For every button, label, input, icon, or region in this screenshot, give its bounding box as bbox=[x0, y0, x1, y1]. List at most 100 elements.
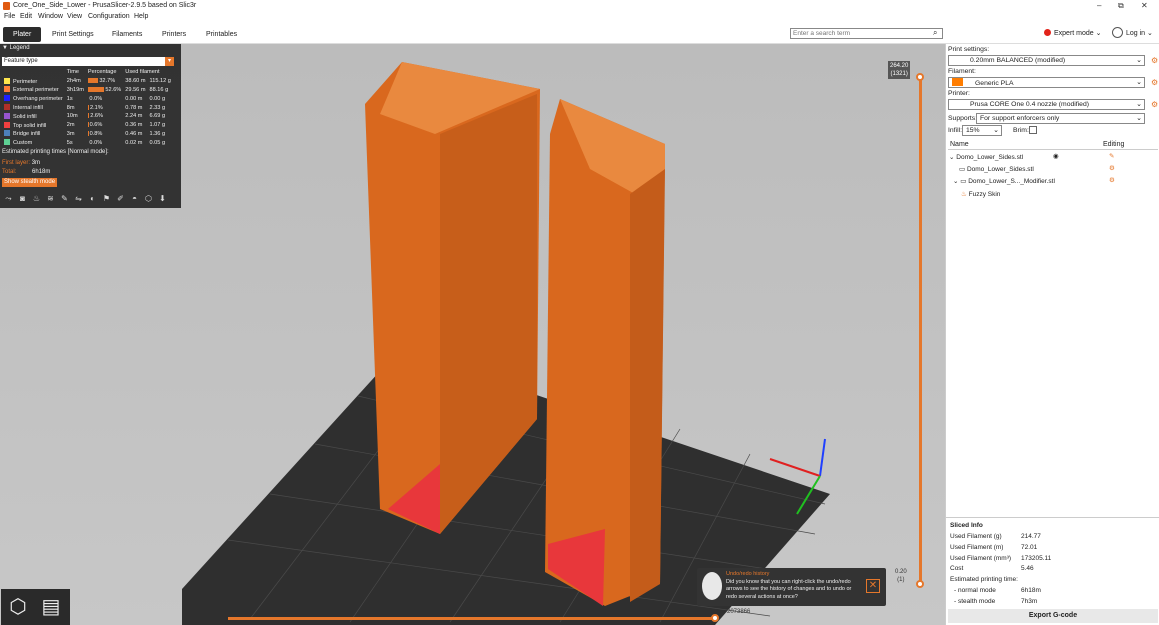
settings-icon[interactable]: ⚙ bbox=[1109, 164, 1115, 172]
legend-row[interactable]: External perimeter 3h19m 52.6% 29.56 m 8… bbox=[2, 86, 173, 95]
top-layer-number: (1321) bbox=[890, 71, 908, 77]
export-gcode-button[interactable]: Export G-code bbox=[948, 609, 1158, 623]
col-percentage: Percentage bbox=[87, 69, 117, 76]
3d-view-cube-icon[interactable]: ⬡ bbox=[6, 595, 30, 619]
feature-length: 0.78 m bbox=[125, 104, 143, 111]
settings-icon[interactable]: ⚙ bbox=[1109, 176, 1115, 184]
percentage-value: 0.8% bbox=[89, 130, 103, 137]
feature-weight: 115.12 g bbox=[149, 78, 171, 85]
legend-table: Time Percentage Used filament Perimeter … bbox=[2, 68, 173, 147]
close-hint-button[interactable]: ✕ bbox=[866, 579, 880, 593]
move-slider-handle[interactable] bbox=[711, 614, 719, 622]
gear-icon[interactable]: ⚙ bbox=[1151, 56, 1158, 65]
legend-header[interactable]: ▼ Legend bbox=[0, 44, 181, 52]
custom-gcodes-icon[interactable]: ✐ bbox=[115, 194, 126, 204]
first-layer-value: 3m bbox=[31, 160, 41, 166]
tool-marker-icon[interactable]: ⬇ bbox=[157, 194, 168, 204]
eye-icon[interactable]: ◉ bbox=[1053, 152, 1059, 160]
color-changes-icon[interactable]: ◐ bbox=[87, 194, 98, 204]
gear-icon[interactable]: ⚙ bbox=[1151, 100, 1158, 109]
seams-icon[interactable]: ✎ bbox=[59, 194, 70, 204]
shells-icon[interactable]: ⬡ bbox=[143, 194, 154, 204]
col-name: Name bbox=[950, 141, 969, 148]
legend-row[interactable]: Custom 5s 0.0% 0.02 m 0.05 g bbox=[2, 138, 173, 147]
tab-print-settings[interactable]: Print Settings bbox=[42, 27, 104, 42]
pause-prints-icon[interactable]: ⚑ bbox=[101, 194, 112, 204]
feature-name: Top solid infill bbox=[13, 122, 47, 129]
tool-changes-icon[interactable]: ⇋ bbox=[73, 194, 84, 204]
printer-label: Printer: bbox=[948, 90, 970, 97]
legend-row[interactable]: Perimeter 2h4m 32.7% 38.60 m 115.12 g bbox=[2, 77, 173, 86]
search-icon[interactable]: ⌕ bbox=[933, 28, 943, 38]
legend-row[interactable]: Top solid infill 2m 0.6% 0.36 m 1.07 g bbox=[2, 121, 173, 130]
fuzzy-skin-row[interactable]: ♨ Fuzzy Skin bbox=[961, 190, 1000, 198]
col-used-filament: Used filament bbox=[125, 69, 160, 76]
gcode-move-slider[interactable] bbox=[228, 617, 716, 620]
menu-file[interactable]: File bbox=[4, 13, 15, 20]
show-stealth-mode-button[interactable]: Show stealth mode bbox=[2, 178, 58, 187]
sliced-info-value: 6h18m bbox=[1021, 587, 1041, 594]
modifier-row[interactable]: ⌄ ▭ Domo_Lower_S..._Modifier.stl bbox=[953, 177, 1055, 185]
infill-combo[interactable]: 15% ⌄ bbox=[962, 125, 1002, 136]
feature-color-swatch bbox=[4, 139, 10, 146]
deretractions-icon[interactable]: ≋ bbox=[45, 194, 56, 204]
layer-slider[interactable] bbox=[919, 75, 922, 585]
object-row[interactable]: ⌄ Domo_Lower_Sides.stl bbox=[949, 153, 1023, 161]
feature-dropdown-button[interactable]: ▾ bbox=[165, 57, 174, 66]
menu-bar: File Edit Window View Configuration Help bbox=[0, 12, 1159, 23]
legend-row[interactable]: Solid infill 10m 2.6% 2.24 m 6.69 g bbox=[2, 112, 173, 121]
menu-edit[interactable]: Edit bbox=[20, 13, 32, 20]
close-window-button[interactable]: ✕ bbox=[1141, 1, 1148, 10]
legend-feature: Custom bbox=[2, 138, 65, 147]
search-input[interactable] bbox=[790, 28, 943, 39]
menu-window[interactable]: Window bbox=[38, 13, 63, 20]
times-note: Estimated printing times [Normal mode]: bbox=[2, 149, 109, 155]
sliced-info-value: 214.77 bbox=[1021, 533, 1041, 540]
tab-printers[interactable]: Printers bbox=[152, 27, 196, 42]
wipe-icon[interactable]: ◙ bbox=[17, 194, 28, 204]
right-part bbox=[545, 99, 665, 606]
legend-row[interactable]: Internal infill 8m 2.1% 0.78 m 2.33 g bbox=[2, 103, 173, 112]
travel-icon[interactable]: ⤳ bbox=[3, 194, 14, 204]
layer-slider-bottom-handle[interactable] bbox=[916, 580, 924, 588]
right-sidebar: Print settings: 0.20mm BALANCED (modifie… bbox=[945, 44, 1159, 625]
menu-help[interactable]: Help bbox=[134, 13, 148, 20]
part-name: Domo_Lower_Sides.stl bbox=[966, 166, 1034, 173]
mode-selector[interactable]: Expert mode ⌄ bbox=[1044, 29, 1102, 37]
menu-view[interactable]: View bbox=[67, 13, 82, 20]
object-part-row[interactable]: ▭ Domo_Lower_Sides.stl bbox=[959, 165, 1034, 173]
login-label: Log in bbox=[1126, 30, 1146, 37]
first-layer-label: First layer: bbox=[2, 160, 31, 166]
window-title: Core_One_Side_Lower - PrusaSlicer-2.9.5 … bbox=[13, 2, 197, 9]
login-button[interactable]: Log in ⌄ bbox=[1112, 27, 1153, 38]
legend-row[interactable]: Overhang perimeter 1s 0.0% 0.00 m 0.00 g bbox=[2, 94, 173, 103]
filament-color-swatch[interactable] bbox=[952, 78, 963, 86]
percentage-value: 0.0% bbox=[89, 139, 103, 146]
feature-type-select[interactable]: Feature type bbox=[2, 57, 174, 66]
edit-icon[interactable]: ✎ bbox=[1109, 152, 1114, 160]
preview-layers-icon[interactable]: ▤ bbox=[39, 595, 63, 619]
printer-combo[interactable]: Prusa CORE One 0.4 nozzle (modified) ⌄ bbox=[948, 99, 1145, 110]
hint-notification: Undo/redo history Did you know that you … bbox=[697, 568, 886, 606]
total-label: Total: bbox=[2, 169, 17, 175]
tab-printables[interactable]: Printables bbox=[196, 27, 247, 42]
menu-configuration[interactable]: Configuration bbox=[88, 13, 130, 20]
print-settings-combo[interactable]: 0.20mm BALANCED (modified) ⌄ bbox=[948, 55, 1145, 66]
filament-combo[interactable]: Generic PLA ⌄ bbox=[948, 77, 1145, 88]
maximize-button[interactable]: ⧉ bbox=[1118, 1, 1124, 11]
legend-row[interactable]: Bridge infill 3m 0.8% 0.46 m 1.36 g bbox=[2, 130, 173, 139]
feature-time: 3m bbox=[66, 130, 75, 137]
minimize-button[interactable]: – bbox=[1097, 1, 1101, 10]
brim-checkbox[interactable] bbox=[1029, 126, 1037, 134]
tab-filaments[interactable]: Filaments bbox=[102, 27, 152, 42]
retractions-icon[interactable]: ♨ bbox=[31, 194, 42, 204]
feature-color-swatch bbox=[4, 130, 10, 137]
center-of-gravity-icon[interactable]: ◓ bbox=[129, 194, 140, 204]
print-settings-label: Print settings: bbox=[948, 46, 990, 53]
legend-feature: Overhang perimeter bbox=[2, 94, 65, 103]
supports-combo[interactable]: For support enforcers only ⌄ bbox=[976, 113, 1145, 124]
gear-icon[interactable]: ⚙ bbox=[1151, 78, 1158, 87]
tab-plater[interactable]: Plater bbox=[3, 27, 42, 42]
feature-percentage: 0.0% bbox=[86, 138, 123, 147]
layer-slider-top-handle[interactable] bbox=[916, 73, 924, 81]
